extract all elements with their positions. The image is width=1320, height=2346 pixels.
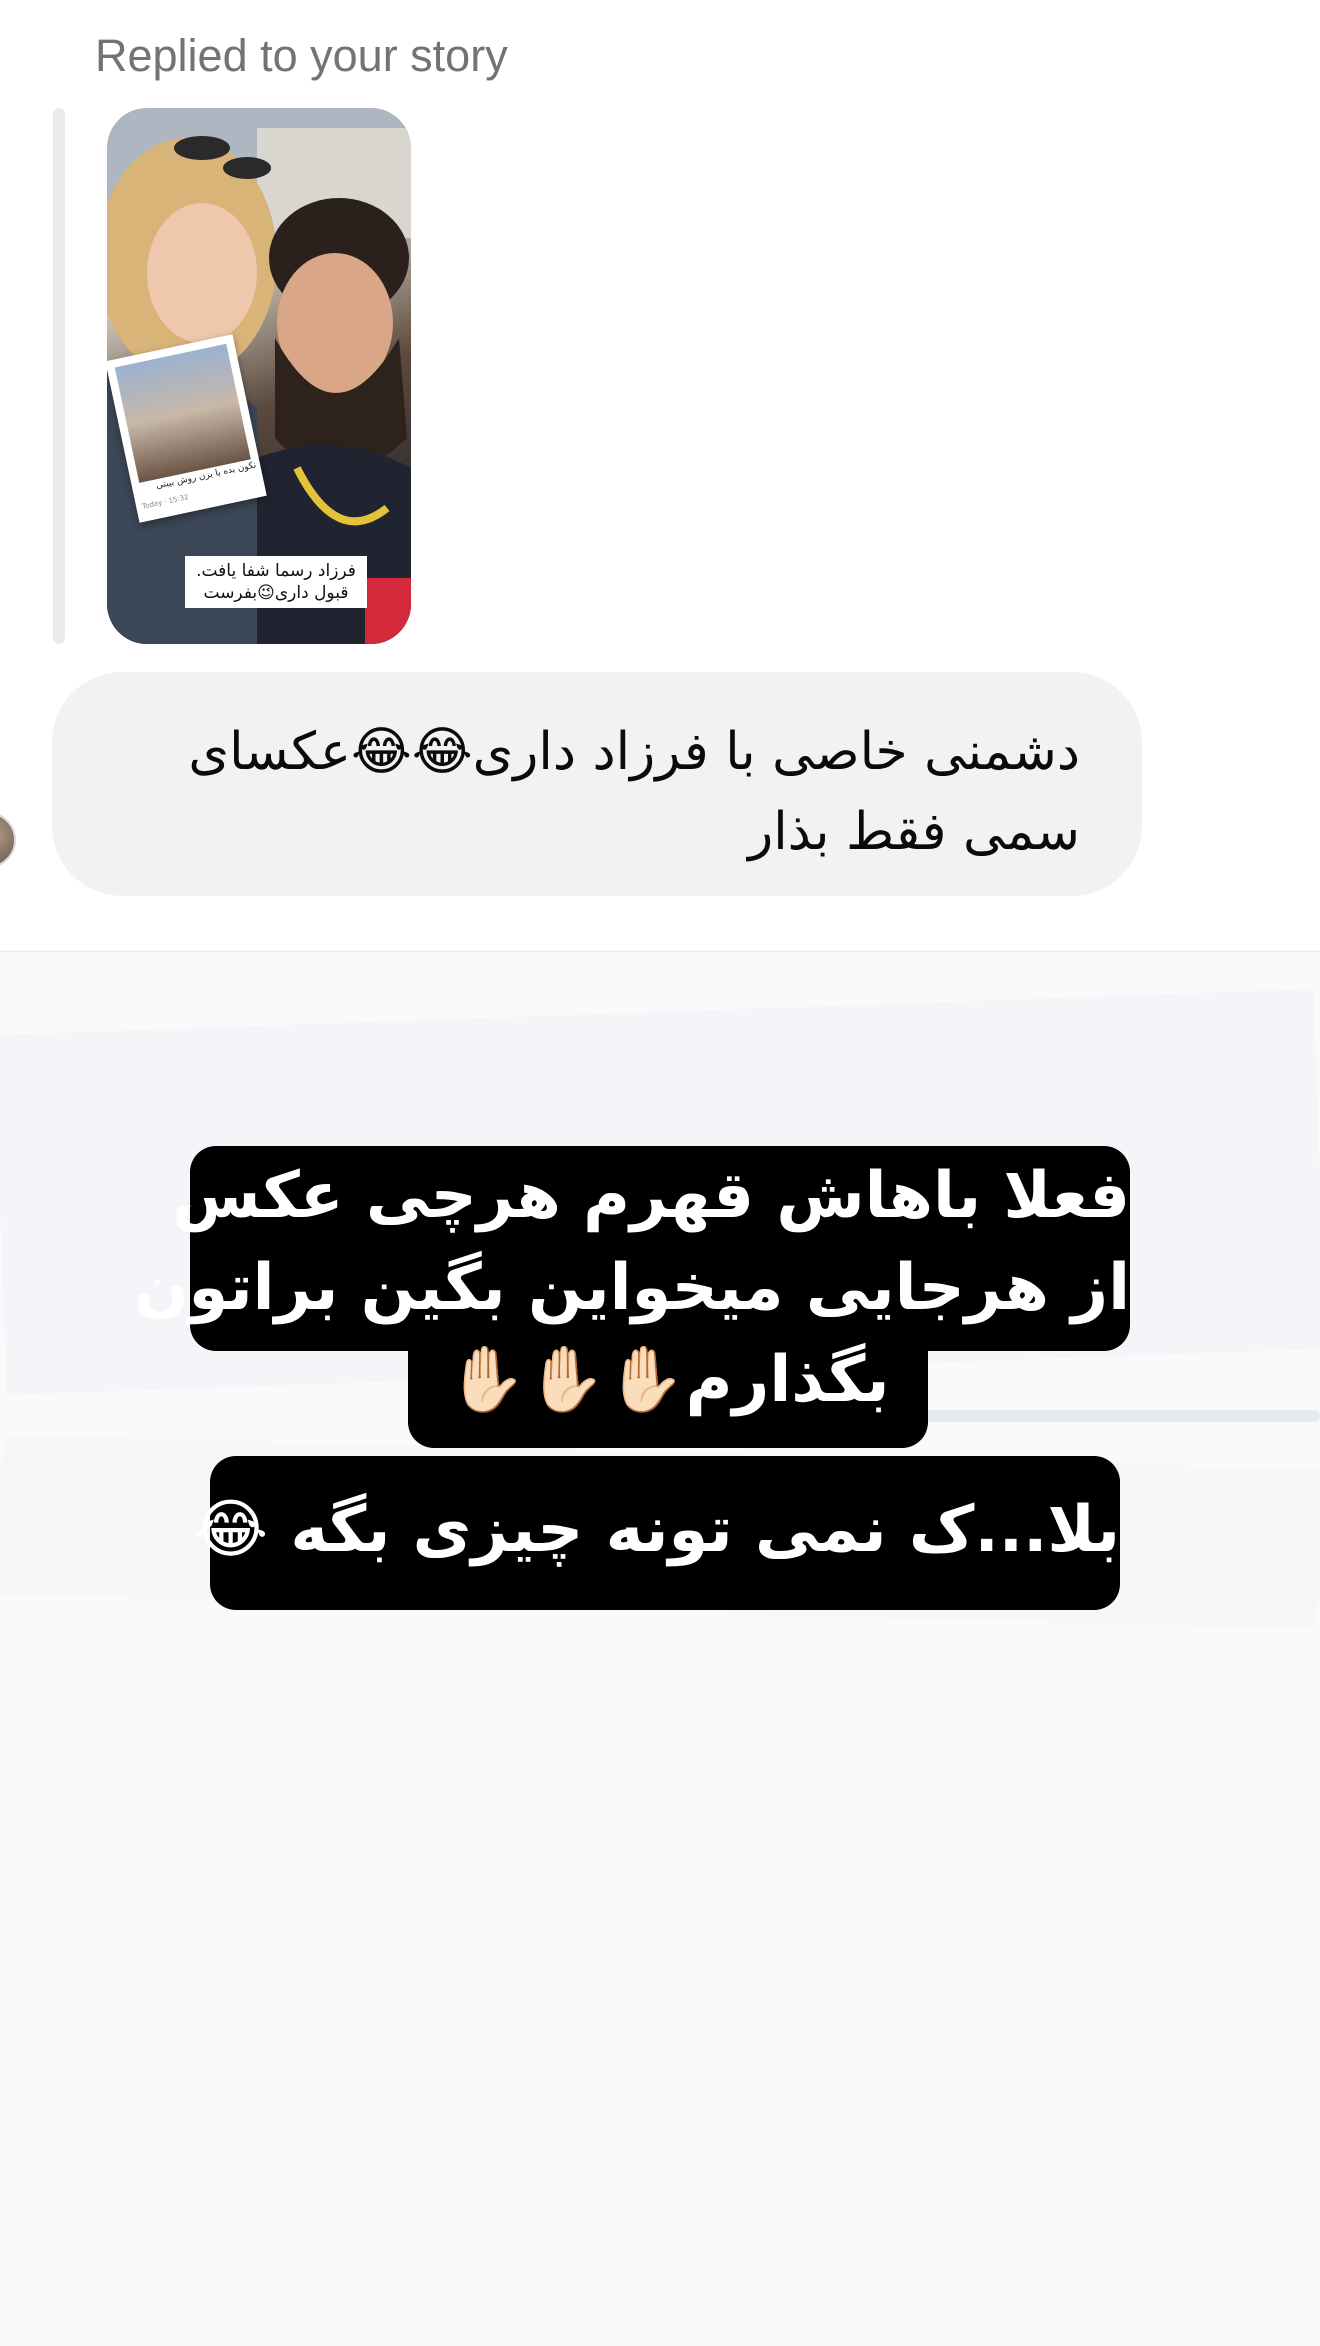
message-bubble[interactable]: دشمنی خاصی با فرزاد داری😂😂عکسای سمی فقط … [52, 672, 1142, 896]
replied-to-story-label: Replied to your story [95, 30, 508, 81]
story-caption-line: فرزاد رسما شفا یافت. [196, 561, 356, 581]
polaroid-photo [114, 343, 251, 483]
sticker-line-2: از هرجایی میخواین بگین براتون [133, 1251, 1130, 1325]
sticker-line-4: بلا...ک نمی تونه چیزی بگه 😂 [193, 1493, 1120, 1567]
sticker-line-1: فعلا باهاش قهرم هرچی عکس [172, 1159, 1130, 1233]
polaroid-time: Today · 15:32 [141, 493, 190, 511]
story-caption: فرزاد رسما شفا یافت. قبول داری😉بفرست [185, 556, 367, 608]
reply-quote-bar [53, 108, 65, 644]
sender-avatar[interactable] [0, 812, 16, 868]
background-smear [900, 1410, 1320, 1422]
story-caption-line: قبول داری😉بفرست [203, 583, 349, 603]
dm-thread: Replied to your story نکون بده یا بزن رو… [0, 0, 1320, 950]
sticker-line-3: بگذارم✋🏻✋🏻✋🏻 [446, 1343, 890, 1417]
story-content: فعلا باهاش قهرم هرچی عکس از هرجایی میخوا… [0, 952, 1320, 2346]
message-text: دشمنی خاصی با فرزاد داری😂😂عکسای سمی فقط … [188, 722, 1080, 862]
story-thumbnail[interactable]: نکون بده یا بزن روش بیبنی Today · 15:32 … [107, 108, 411, 644]
